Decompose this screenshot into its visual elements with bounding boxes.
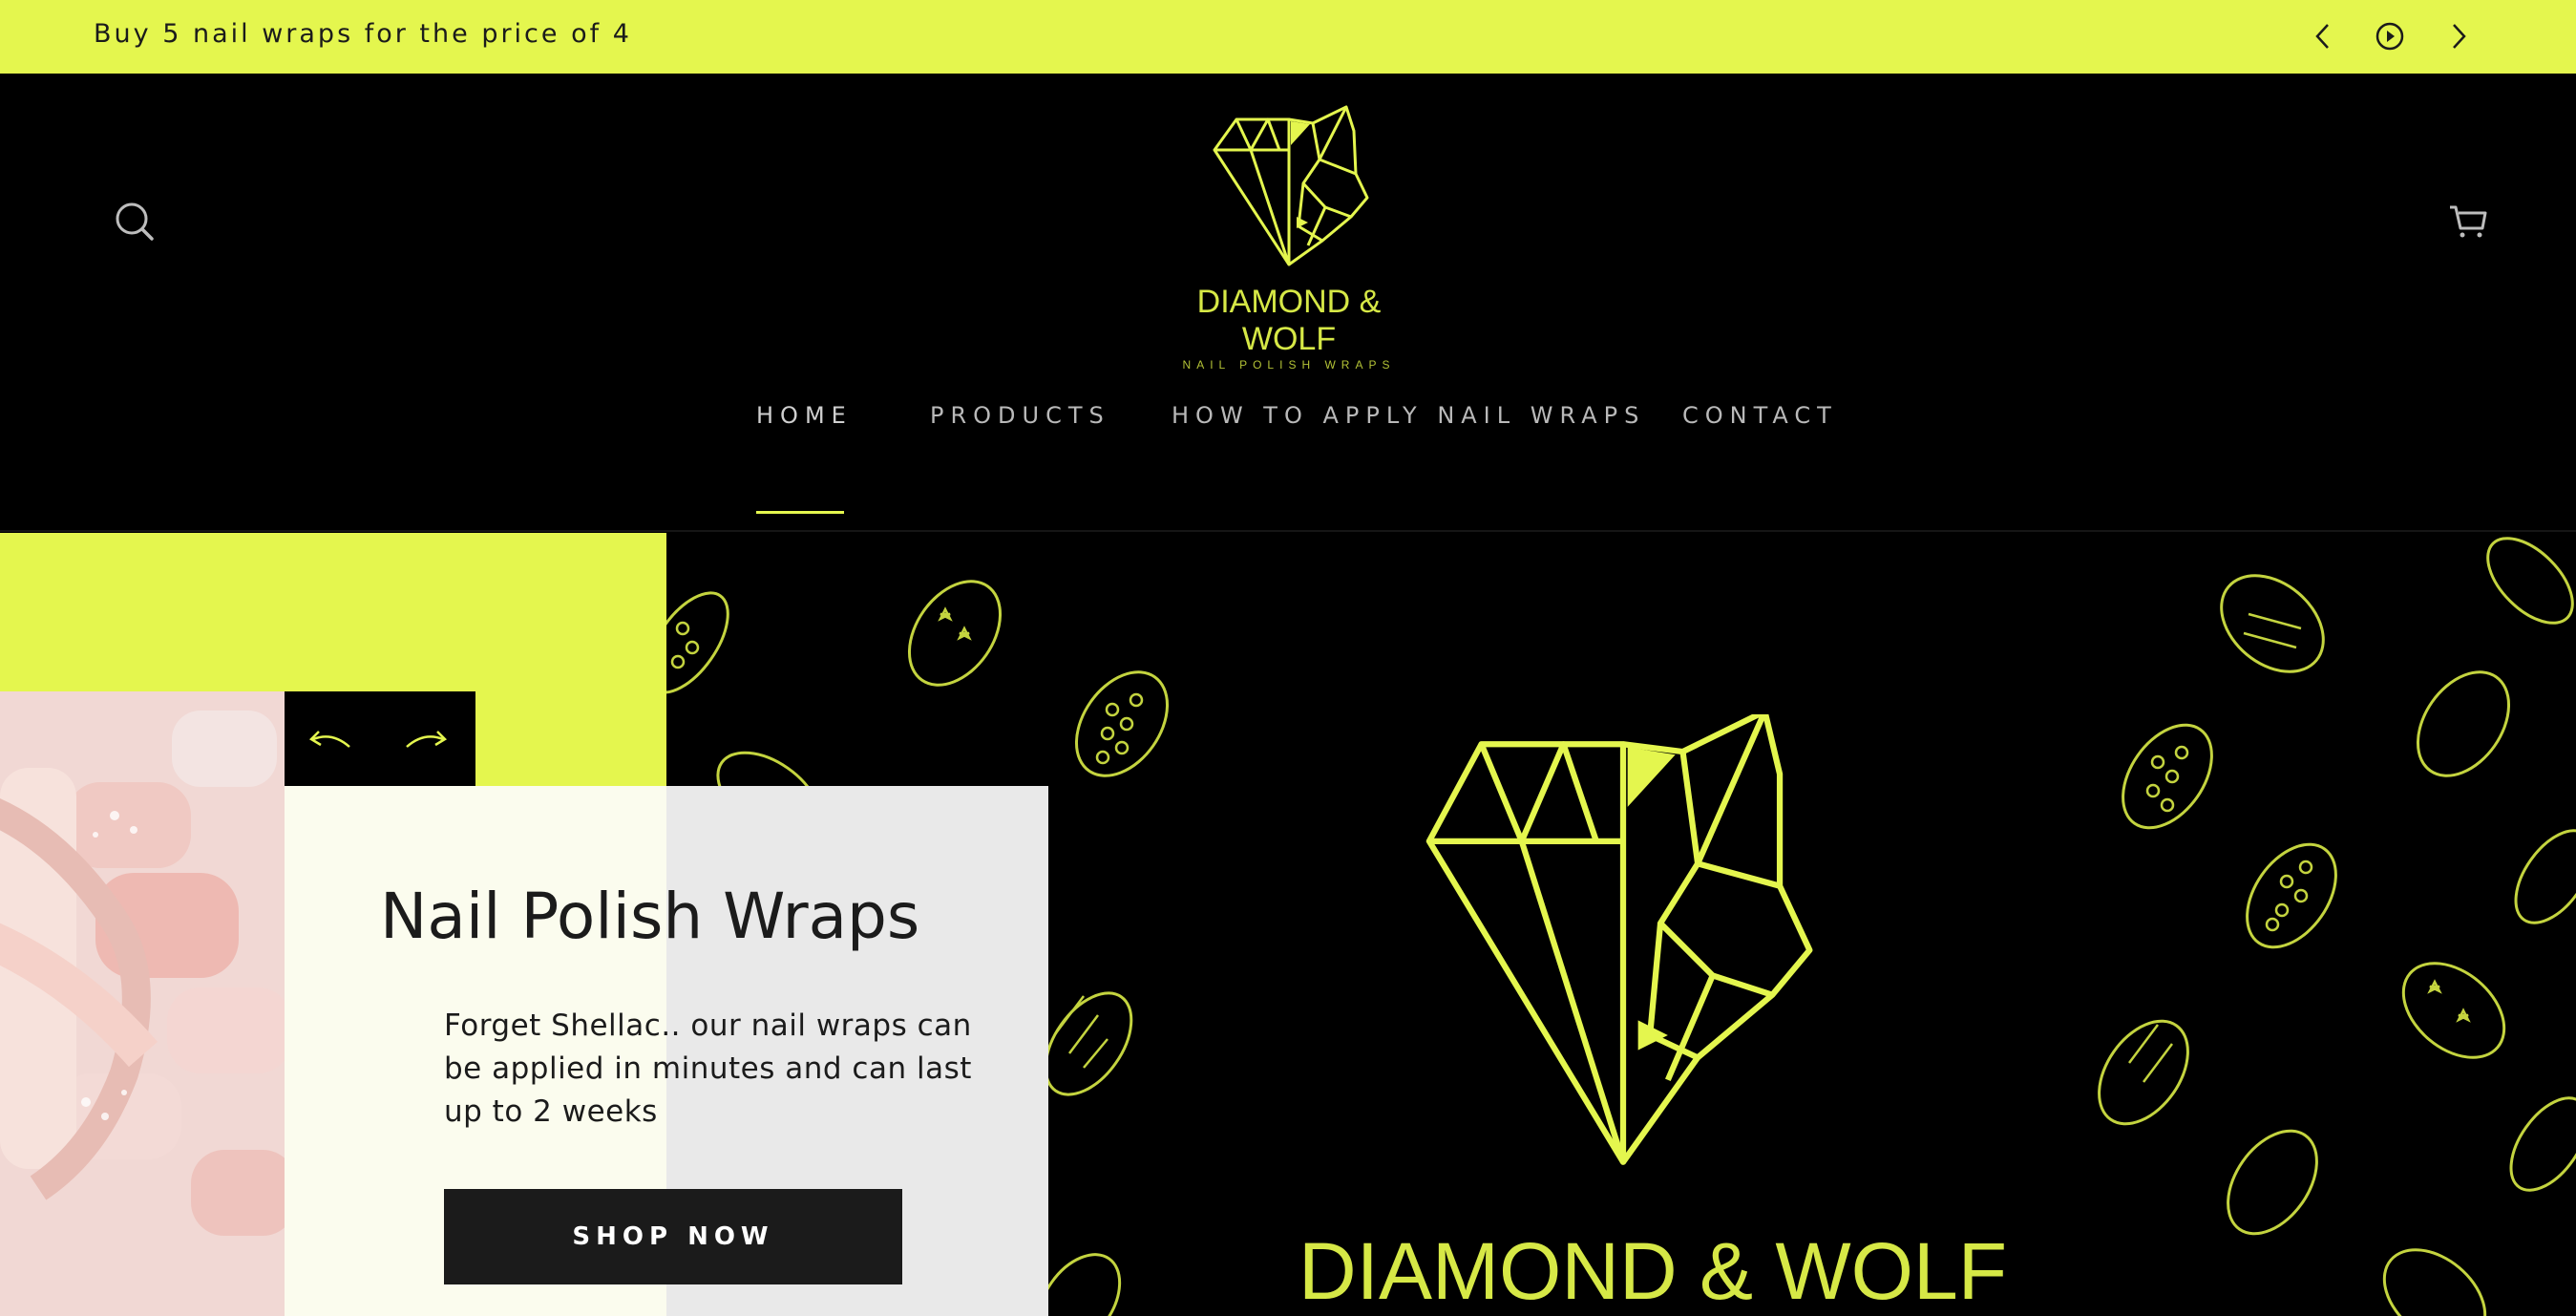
nav-item-products[interactable]: PRODUCTS (930, 402, 1110, 429)
announcement-bar: Buy 5 nail wraps for the price of 4 (0, 0, 2576, 74)
curved-arrow-right-icon[interactable] (397, 720, 454, 758)
hero-brand-text: DIAMOND & WOLF (1299, 1226, 2008, 1316)
chevron-left-icon[interactable] (2304, 17, 2342, 55)
hero-logo-icon (1425, 714, 1813, 1165)
shop-now-button[interactable]: SHOP NOW (444, 1189, 902, 1284)
site-logo[interactable]: DIAMOND & WOLF NAIL POLISH WRAPS (1155, 102, 1423, 371)
main-nav: HOME PRODUCTS HOW TO APPLY NAIL WRAPS CO… (0, 402, 2576, 459)
nav-active-underline (756, 511, 844, 514)
hero-title: Nail Polish Wraps (380, 880, 920, 953)
cart-icon[interactable] (2446, 200, 2490, 247)
chevron-right-icon[interactable] (2439, 17, 2478, 55)
logo-subtitle: NAIL POLISH WRAPS (1182, 358, 1396, 371)
hero-section: DIAMOND & WOLF Nail Polish Wraps Forget … (0, 533, 2576, 1316)
diamond-wolf-logo-icon (1213, 105, 1369, 266)
logo-title: DIAMOND & WOLF (1196, 284, 1382, 357)
nav-item-how-to-apply[interactable]: HOW TO APPLY NAIL WRAPS (1172, 402, 1645, 429)
hand-nail-wraps-image (0, 691, 285, 1316)
site-header: DIAMOND & WOLF NAIL POLISH WRAPS HOME PR… (0, 74, 2576, 532)
announcement-text: Buy 5 nail wraps for the price of 4 (94, 19, 632, 49)
search-icon[interactable] (113, 200, 157, 247)
slider-controls (285, 691, 475, 786)
hero-description: Forget Shellac.. our nail wraps can be a… (444, 1008, 972, 1129)
nav-item-contact[interactable]: CONTACT (1682, 402, 1838, 429)
curved-arrow-left-icon[interactable] (302, 720, 359, 758)
nav-item-home[interactable]: HOME (756, 402, 853, 429)
pause-play-icon[interactable] (2371, 17, 2409, 55)
